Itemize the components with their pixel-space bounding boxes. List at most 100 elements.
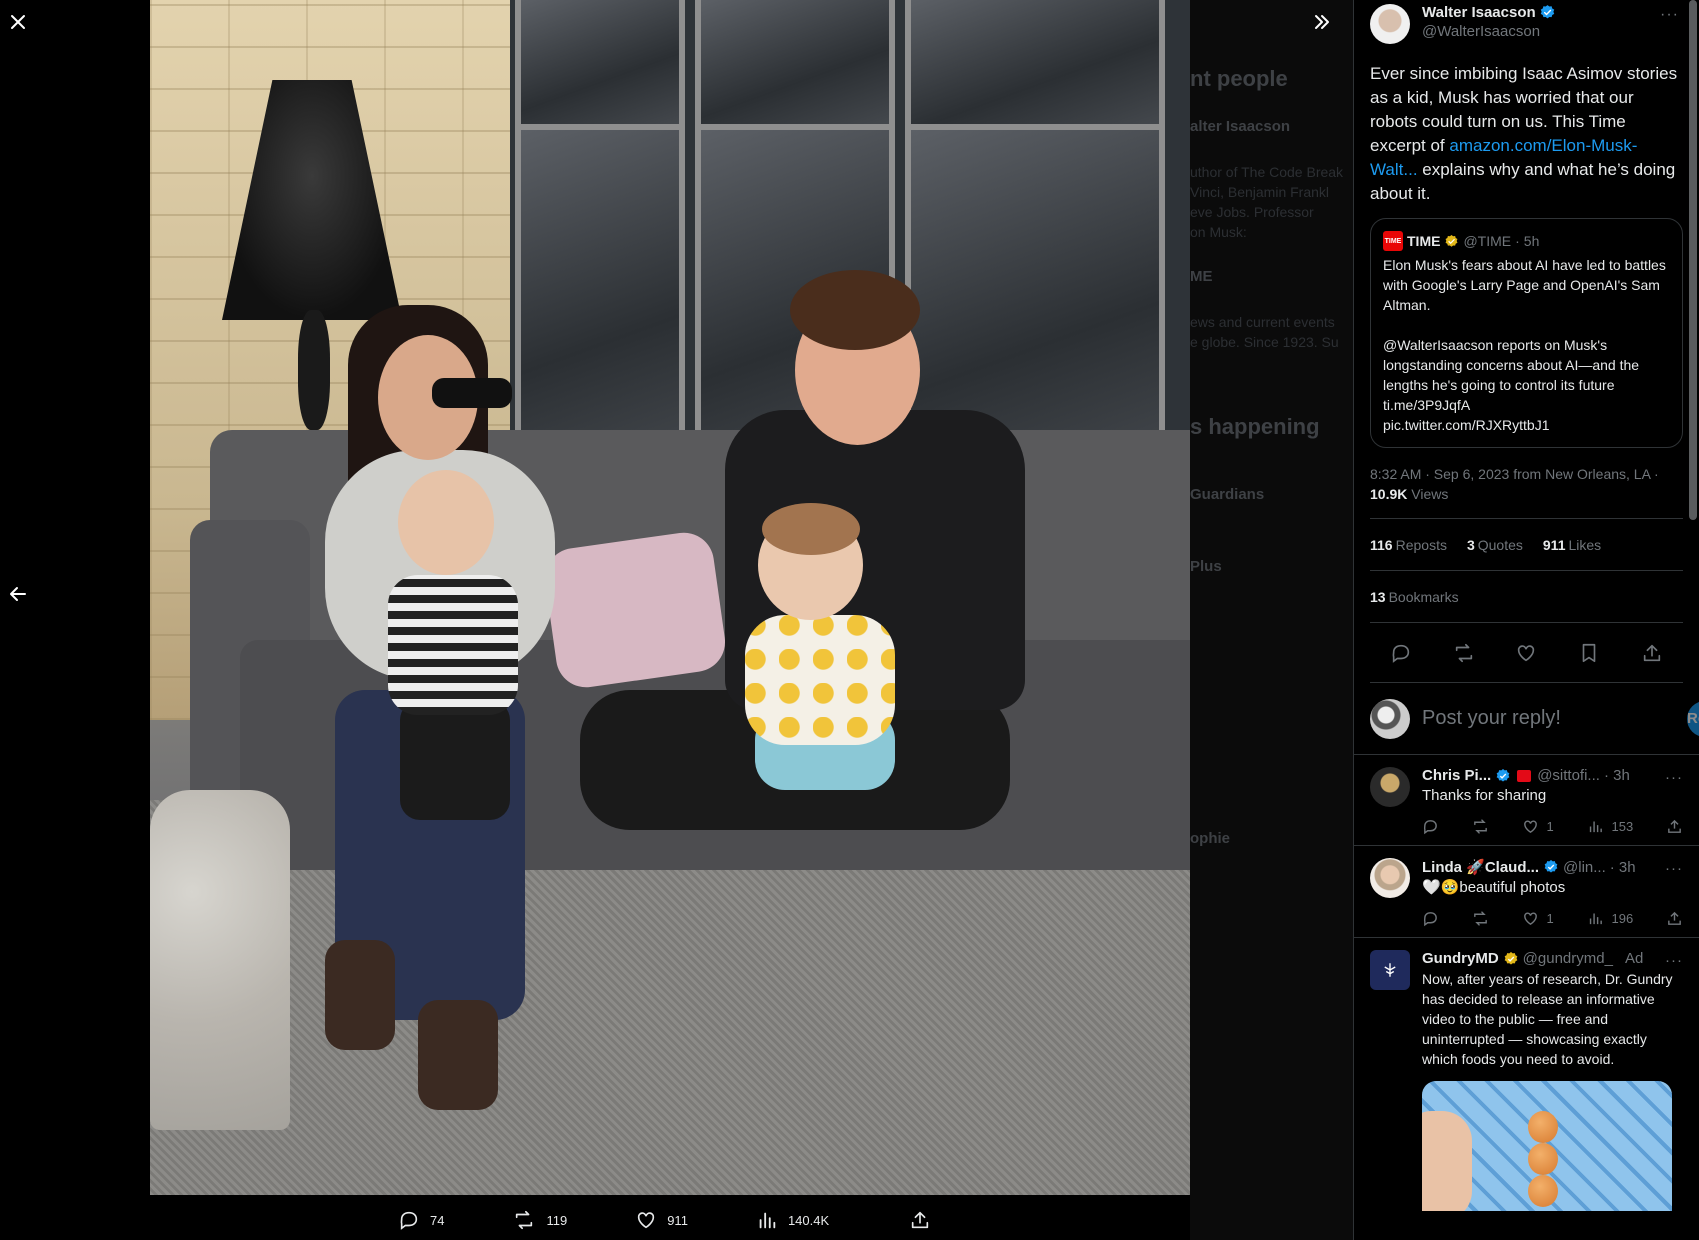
media-action-bar: 74 119 911 140.4K — [380, 1200, 1000, 1240]
avatar[interactable] — [1370, 950, 1410, 990]
ad-handle: @gundrymd_ — [1522, 950, 1613, 967]
tweet-text: Ever since imbibing Isaac Asimov stories… — [1370, 64, 1678, 203]
reply-button[interactable] — [1384, 636, 1418, 670]
reposts-stat[interactable]: 116 Reposts — [1370, 537, 1447, 553]
views-action[interactable]: 140.4K — [756, 1209, 829, 1231]
analytics-icon — [1589, 913, 1602, 925]
repost-action[interactable]: 119 — [512, 1209, 567, 1231]
ad-label: Ad — [1624, 950, 1644, 967]
previous-button[interactable] — [0, 576, 36, 612]
reply-action[interactable]: 74 — [398, 1209, 444, 1231]
ghost-text: on Musk: — [1190, 224, 1247, 240]
views-button[interactable]: 196 — [1587, 910, 1634, 927]
bookmark-button[interactable] — [1572, 636, 1606, 670]
repost-icon — [516, 1210, 533, 1230]
like-action[interactable]: 911 — [635, 1209, 688, 1231]
reply-icon — [1392, 644, 1410, 663]
double-chevron-right-icon — [1315, 15, 1329, 29]
share-action[interactable] — [909, 1209, 931, 1231]
reply-handle: @sittofi... — [1537, 767, 1600, 784]
ad-text: Now, after years of research, Dr. Gundry… — [1422, 971, 1673, 1067]
bookmarks-stats: 13 Bookmarks — [1370, 571, 1683, 623]
like-button[interactable]: 1 — [1522, 910, 1554, 927]
views-count: 153 — [1611, 819, 1634, 834]
tweet-detail-panel: Walter Isaacson @WalterIsaacson ··· Ever… — [1353, 0, 1699, 1240]
avatar[interactable] — [1370, 858, 1410, 898]
person-baby-girl — [745, 615, 895, 745]
share-button[interactable] — [1666, 818, 1683, 835]
ghost-text: uthor of The Code Break — [1190, 164, 1344, 180]
reply-button[interactable] — [1422, 818, 1439, 835]
tweet-timestamp: 8:32 AM · Sep 6, 2023 from New Orleans, … — [1370, 464, 1683, 519]
more-options-icon[interactable]: ··· — [1665, 952, 1683, 969]
promoted-tweet[interactable]: GundryMD @gundrymd_ Ad Now, after years … — [1354, 938, 1699, 1221]
verified-gold-badge-icon — [1446, 234, 1458, 247]
collapse-panel-button[interactable] — [1304, 4, 1340, 40]
stool — [150, 790, 290, 1130]
reply-author-name[interactable]: Chris Pi... — [1422, 767, 1491, 784]
more-options-icon[interactable]: ··· — [1660, 6, 1679, 24]
reply-actions: 1 196 — [1422, 910, 1683, 927]
share-icon — [1643, 644, 1660, 661]
reply-icon — [1423, 820, 1437, 835]
like-count: 1 — [1546, 819, 1554, 834]
share-button[interactable] — [1635, 636, 1669, 670]
ghost-text: ophie — [1190, 830, 1230, 847]
reply-text: 🤍🥹beautiful photos — [1422, 879, 1566, 896]
repost-button[interactable] — [1472, 910, 1489, 927]
reply-submit-button[interactable]: Reply — [1687, 700, 1699, 737]
ghost-text: ME — [1190, 268, 1213, 285]
verified-badge-icon — [1540, 5, 1554, 19]
repost-icon — [1473, 819, 1487, 834]
reply-tweet[interactable]: Linda 🚀Claud... @lin... · 3h 🤍🥹beautiful… — [1354, 846, 1699, 938]
heart-icon — [1523, 912, 1537, 926]
reply-tweet[interactable]: Chris Pi... @sittofi... · 3h Thanks for … — [1354, 755, 1699, 846]
reply-input[interactable] — [1422, 707, 1687, 730]
quote-text: Elon Musk's fears about AI have led to b… — [1383, 257, 1666, 433]
views-button[interactable]: 153 — [1587, 818, 1634, 835]
likes-stat[interactable]: 911 Likes — [1543, 537, 1601, 553]
person-baby-boy — [388, 575, 518, 715]
like-button[interactable] — [1509, 636, 1543, 670]
arrow-left-icon — [10, 587, 26, 601]
like-button[interactable]: 1 — [1522, 818, 1554, 835]
flag-icon — [1517, 769, 1532, 782]
ghost-text: e globe. Since 1923. Su — [1190, 334, 1339, 350]
ad-image[interactable] — [1422, 1081, 1672, 1211]
close-button[interactable] — [0, 4, 36, 40]
repost-icon — [1455, 643, 1473, 662]
repost-button[interactable] — [1472, 818, 1489, 835]
analytics-icon — [1589, 821, 1602, 833]
repost-button[interactable] — [1447, 636, 1481, 670]
quoted-tweet[interactable]: TIME TIME @TIME · 5h Elon Musk's fears a… — [1370, 218, 1683, 448]
ghost-text: ews and current events — [1190, 314, 1335, 330]
reply-icon — [400, 1211, 418, 1230]
verified-badge-icon — [1544, 860, 1558, 873]
more-options-icon[interactable]: ··· — [1665, 860, 1683, 877]
author-name[interactable]: Walter Isaacson — [1422, 4, 1536, 21]
quote-author-name: TIME — [1407, 233, 1441, 249]
scrollbar[interactable] — [1689, 0, 1697, 520]
avatar[interactable] — [1370, 4, 1410, 44]
ghost-text: eve Jobs. Professor — [1190, 204, 1314, 220]
avatar[interactable] — [1370, 767, 1410, 807]
background-timeline: nt people alter Isaacson uthor of The Co… — [1190, 0, 1353, 1240]
ghost-text: Guardians — [1190, 486, 1265, 503]
ghost-text: nt people — [1190, 66, 1288, 91]
tweet-photo[interactable] — [150, 0, 1190, 1195]
author-handle[interactable]: @WalterIsaacson — [1422, 23, 1556, 40]
reply-button[interactable] — [1422, 910, 1439, 927]
share-button[interactable] — [1666, 910, 1683, 927]
verified-badge-icon — [1496, 768, 1510, 782]
views-count: 196 — [1611, 911, 1634, 926]
ad-author-name[interactable]: GundryMD — [1422, 950, 1499, 967]
quote-handle: @TIME — [1463, 233, 1512, 249]
share-icon — [1668, 819, 1681, 833]
more-options-icon[interactable]: ··· — [1665, 769, 1683, 786]
repost-icon — [1473, 911, 1487, 926]
reply-text: Thanks for sharing — [1422, 787, 1547, 804]
main-tweet: Walter Isaacson @WalterIsaacson ··· Ever… — [1354, 0, 1699, 683]
bookmarks-stat[interactable]: 13 Bookmarks — [1370, 589, 1459, 605]
reply-author-name[interactable]: Linda 🚀Claud... — [1422, 858, 1539, 876]
quotes-stat[interactable]: 3 Quotes — [1467, 537, 1523, 553]
